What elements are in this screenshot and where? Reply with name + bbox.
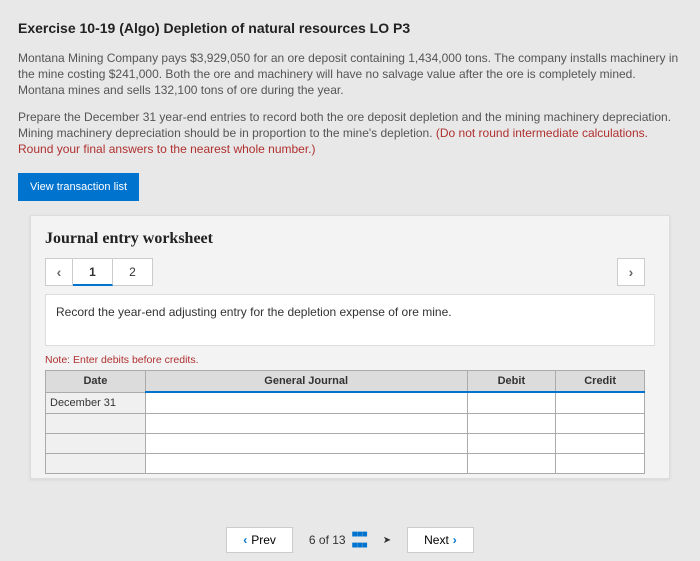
next-entry-button[interactable]: › (617, 258, 645, 286)
instructions: Prepare the December 31 year-end entries… (18, 109, 682, 158)
account-cell[interactable] (145, 433, 467, 453)
tab-1[interactable]: 1 (73, 258, 113, 286)
worksheet-tab-row: ‹ 1 2 › (45, 258, 655, 286)
credit-cell[interactable] (556, 433, 645, 453)
credit-cell[interactable] (556, 392, 645, 413)
view-transaction-list-button[interactable]: View transaction list (18, 173, 139, 201)
page-position: 6 of 13 ■■■■■■ (309, 529, 367, 551)
credit-cell[interactable] (556, 413, 645, 433)
date-cell (46, 413, 146, 433)
problem-text: Montana Mining Company pays $3,929,050 f… (18, 50, 682, 99)
debit-cell[interactable] (467, 433, 556, 453)
header-debit: Debit (467, 371, 556, 393)
journal-entry-table: Date General Journal Debit Credit Decemb… (45, 370, 645, 474)
header-date: Date (46, 371, 146, 393)
next-button[interactable]: Next › (407, 527, 474, 553)
debit-cell[interactable] (467, 392, 556, 413)
debit-cell[interactable] (467, 413, 556, 433)
grid-icon[interactable]: ■■■■■■ (352, 529, 367, 551)
header-general-journal: General Journal (145, 371, 467, 393)
journal-entry-worksheet: Journal entry worksheet ‹ 1 2 › Record t… (30, 215, 670, 479)
tab-2[interactable]: 2 (113, 258, 153, 286)
position-text: 6 of 13 (309, 533, 346, 547)
chevron-right-icon: › (453, 533, 457, 547)
next-label: Next (424, 533, 449, 547)
worksheet-title: Journal entry worksheet (45, 230, 655, 248)
account-cell[interactable] (145, 392, 467, 413)
date-cell: December 31 (46, 392, 146, 413)
chevron-left-icon: ‹ (243, 533, 247, 547)
credit-cell[interactable] (556, 453, 645, 473)
prev-entry-button[interactable]: ‹ (45, 258, 73, 286)
debits-credits-note: Note: Enter debits before credits. (45, 354, 655, 366)
account-cell[interactable] (145, 413, 467, 433)
date-cell (46, 453, 146, 473)
exercise-title: Exercise 10-19 (Algo) Depletion of natur… (18, 20, 682, 36)
header-credit: Credit (556, 371, 645, 393)
cursor-icon: ➤ (383, 535, 391, 546)
entry-instruction: Record the year-end adjusting entry for … (45, 294, 655, 346)
footer-nav: ‹ Prev 6 of 13 ■■■■■■ ➤ Next › (0, 527, 700, 553)
debit-cell[interactable] (467, 453, 556, 473)
prev-label: Prev (251, 533, 276, 547)
date-cell (46, 433, 146, 453)
prev-button[interactable]: ‹ Prev (226, 527, 293, 553)
account-cell[interactable] (145, 453, 467, 473)
